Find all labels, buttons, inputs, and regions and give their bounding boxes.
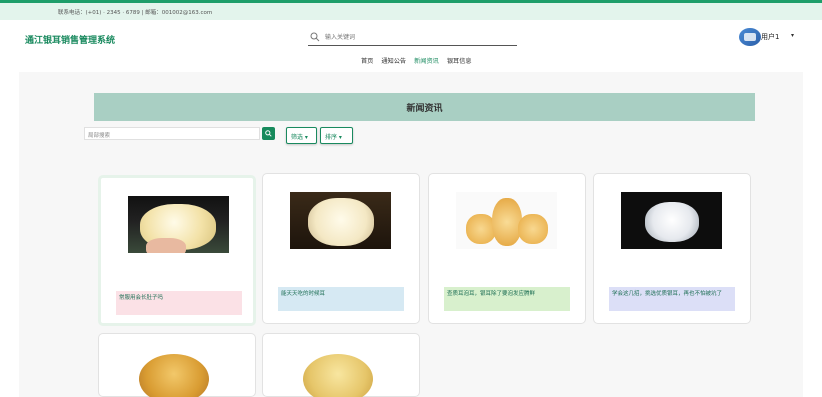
nav-home[interactable]: 首页	[361, 56, 373, 65]
sort-dropdown[interactable]: 排序 ▾	[320, 127, 353, 144]
news-image[interactable]	[621, 192, 722, 249]
news-image[interactable]	[303, 354, 373, 397]
news-card[interactable]: 查质耳泡耳，银耳除了要泡发应腾鲜	[428, 173, 586, 324]
nav-notices[interactable]: 通知公告	[381, 56, 406, 65]
news-caption[interactable]: 常服用会长肚子吗	[116, 291, 242, 315]
site-title[interactable]: 通江银耳销售管理系统	[25, 33, 115, 46]
search-bar	[308, 30, 517, 46]
username[interactable]: 用户1	[761, 32, 779, 42]
news-card[interactable]: 常服用会长肚子吗	[98, 175, 256, 326]
filter-dropdown[interactable]: 筛选 ▾	[286, 127, 317, 144]
news-card[interactable]	[262, 333, 420, 397]
news-card[interactable]: 能天天吃的时候耳	[262, 173, 420, 324]
search-icon	[265, 130, 272, 137]
page-banner: 新闻资讯	[94, 93, 755, 121]
contact-info: 联系电话：(+01) · 2345 · 6789 | 邮箱：001002@163…	[58, 10, 213, 16]
page-title: 新闻资讯	[406, 104, 443, 114]
news-card[interactable]	[98, 333, 256, 397]
chevron-down-icon[interactable]: ▾	[791, 32, 794, 39]
news-image[interactable]	[128, 196, 229, 253]
search-input[interactable]	[325, 31, 510, 43]
filter-input[interactable]: 局部搜索	[84, 127, 260, 140]
main-nav: 首页 通知公告 新闻资讯 银耳信息	[361, 56, 472, 65]
header: 通江银耳销售管理系统 用户1 ▾ 首页 通知公告 新闻资讯 银耳信息	[0, 20, 822, 70]
search-button[interactable]	[262, 127, 275, 140]
news-caption[interactable]: 学会这几招，挑选优质银耳，再也不怕被坑了	[609, 287, 735, 311]
news-image[interactable]	[456, 192, 557, 249]
news-card[interactable]: 学会这几招，挑选优质银耳，再也不怕被坑了	[593, 173, 751, 324]
nav-fungus-info[interactable]: 银耳信息	[447, 56, 472, 65]
search-icon[interactable]	[310, 32, 320, 42]
news-image[interactable]	[290, 192, 391, 249]
news-caption[interactable]: 查质耳泡耳，银耳除了要泡发应腾鲜	[444, 287, 570, 311]
news-caption[interactable]: 能天天吃的时候耳	[278, 287, 404, 311]
nav-news[interactable]: 新闻资讯	[414, 56, 439, 65]
contact-bar: 联系电话：(+01) · 2345 · 6789 | 邮箱：001002@163…	[0, 0, 822, 20]
avatar[interactable]	[739, 28, 761, 46]
news-image[interactable]	[139, 354, 209, 397]
